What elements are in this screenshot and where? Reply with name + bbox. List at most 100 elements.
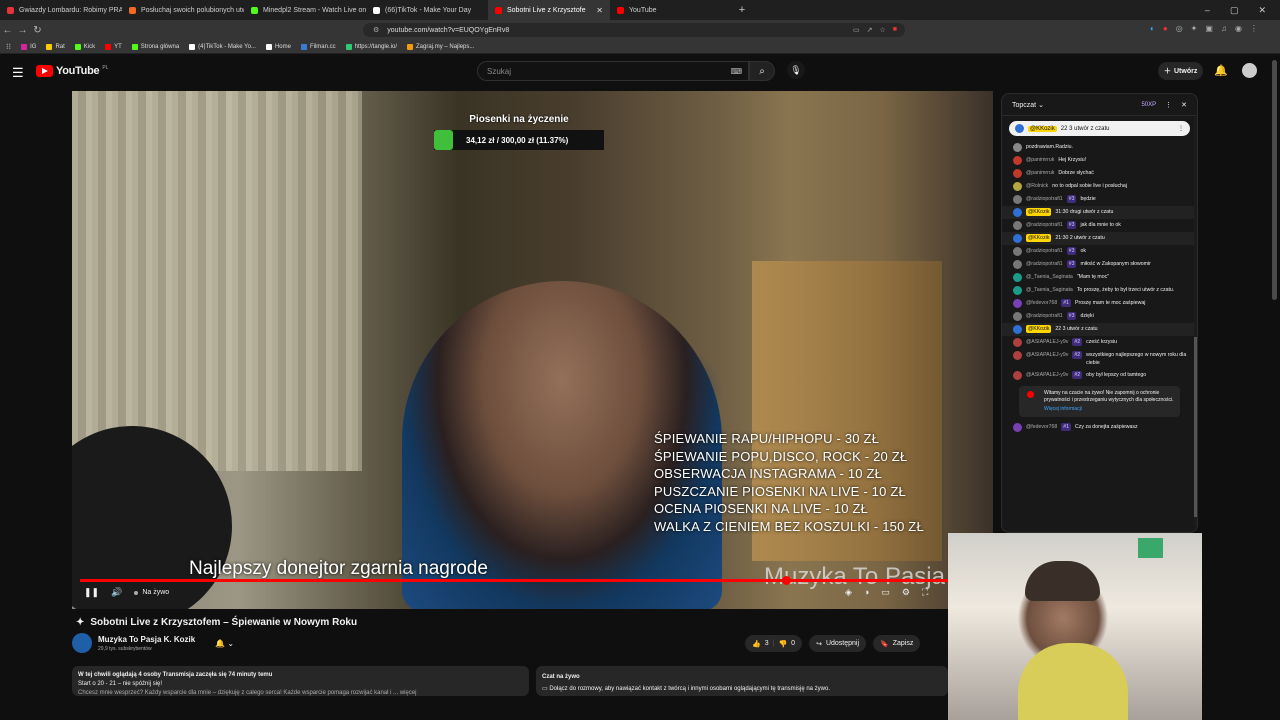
maximize-icon[interactable]: ▢ [1230,5,1239,16]
bookmark-item[interactable]: Home [265,43,291,50]
chat-close-icon[interactable]: ✕ [1181,101,1187,109]
extension-icon[interactable]: ● [1163,24,1168,33]
like-dislike-button[interactable]: 👍 3 | 👎 0 [745,635,803,652]
search-button[interactable]: ⌕ [749,61,775,81]
music-icon[interactable]: ♫ [1221,24,1227,33]
create-button[interactable]: ＋ Utwórz [1158,62,1204,80]
save-button[interactable]: 🔖 Zapisz [873,635,921,652]
pinned-menu-icon[interactable]: ⋮ [1178,125,1184,132]
chat-scroll-thumb[interactable] [1194,337,1197,517]
voice-search-button[interactable]: 🎙 [787,61,805,79]
pinned-message[interactable]: @KKozik 22 3 utwór z czatu ⋮ [1009,121,1190,136]
close-tab-icon[interactable]: ✕ [596,6,603,15]
progress-scrubber[interactable] [80,576,985,585]
keyboard-icon[interactable]: ⌨ [730,67,742,76]
chat-message[interactable]: @radziopotrafi1 #3 dzięki [1002,310,1197,323]
chat-message[interactable]: @KKozik 31:30 drugi utwór z czatu [1002,206,1197,219]
chat-message[interactable]: pozdrawiam.Radziu. [1002,141,1197,154]
page-scrollbar[interactable] [1272,60,1277,300]
subtitles-icon[interactable]: ▭ [881,587,890,598]
chat-message[interactable]: @ASIAPALEJ-y9v #2 wszystkiego najlepszego … [1002,349,1197,369]
chat-menu-icon[interactable]: ⋮ [1165,101,1172,109]
scrubber-handle[interactable] [782,576,791,585]
extension-icon[interactable]: ◎ [1176,24,1183,33]
menu-dots-icon[interactable]: ⋮ [1250,24,1258,33]
chat-message[interactable]: @radziopotrafi1 #3 będzie [1002,193,1197,206]
chat-message-list[interactable]: pozdrawiam.Radziu. @panimrruk Hej Krzysiu!… [1002,141,1197,382]
volume-icon[interactable]: 🔊 [111,587,122,598]
thumbs-down-icon[interactable]: 👎 [778,640,787,648]
url-field[interactable]: ⚙ youtube.com/watch?v=EUQOYgEnRv8 ▭ ↗ ☆ ■ [363,23,905,37]
chat-message[interactable]: @radziopotrafi1 #3 miłość w Zakopanym słow… [1002,258,1197,271]
chat-message[interactable]: @panimrruk Dobrze słychać [1002,167,1197,180]
minimize-icon[interactable]: – [1205,5,1210,16]
chat-message[interactable]: @fedevor768 #1 Czy za donejta zaśpiewasz [1002,421,1197,434]
chat-message[interactable]: @panimrruk Hej Krzysiu! [1002,154,1197,167]
browser-tab[interactable]: Sobotni Live z Krzysztofe ✕ [488,0,610,20]
browser-tab[interactable]: (66)TikTok - Make Your Day [366,0,488,20]
chat-scrollbar[interactable] [1194,117,1197,527]
apps-grid-icon[interactable]: ⁝⁝ [6,42,11,51]
close-window-icon[interactable]: ✕ [1258,5,1266,16]
account-avatar[interactable] [1242,63,1257,78]
hamburger-menu-icon[interactable]: ☰ [12,65,24,81]
bookmark-favicon-icon [131,43,138,50]
chat-avatar [1013,234,1022,243]
thumbs-up-icon[interactable]: 👍 [752,640,761,648]
fullscreen-icon[interactable]: ⛶ [922,587,928,598]
live-indicator[interactable]: Na żywo [134,589,169,596]
chat-message[interactable]: @ASIAPALEJ-y9v #2 cześć krzysiu [1002,336,1197,349]
bookmark-item[interactable]: Rat [46,43,65,50]
bookmark-item[interactable]: Strona główna [131,43,179,50]
bookmark-item[interactable]: Filman.cc [300,43,336,50]
chat-message[interactable]: @radziopotrafi1 #3 jak dla mnie to ok [1002,219,1197,232]
share-button[interactable]: ↪ Udostępnij [809,635,867,652]
settings-gear-icon[interactable]: ⚙ [902,587,910,598]
site-info-icon[interactable]: ⚙ [373,26,379,34]
browser-tab[interactable]: Gwiazdy Lombardu: Robimy PRAWO [0,0,122,20]
channel-avatar[interactable] [72,633,92,653]
sidebar-icon[interactable]: ▣ [1205,24,1213,33]
youtube-logo[interactable]: YouTube PL [36,65,108,77]
extension-icon[interactable]: ■ [893,26,897,34]
puzzle-icon[interactable]: ✦ [1191,24,1198,33]
reload-icon[interactable]: ↻ [30,25,45,36]
autoplay-icon[interactable]: ◈ [845,587,852,598]
new-tab-button[interactable]: + [732,4,752,16]
chat-message[interactable]: @radziopotrafi1 #3 ok [1002,245,1197,258]
back-icon[interactable]: ← [0,25,15,36]
extension-icon[interactable]: ◐ [1150,24,1155,33]
forward-icon[interactable]: → [15,25,30,36]
browser-tab[interactable]: YouTube [610,0,732,20]
bookmark-item[interactable]: Kick [74,43,95,50]
browser-tab[interactable]: Minedpl2 Stream - Watch Live on Ki [244,0,366,20]
bookmark-item[interactable]: YT [105,43,122,50]
more-info-link[interactable]: Więcej informacji [1044,406,1174,413]
profile-icon[interactable]: ◉ [1235,24,1242,33]
bookmark-item[interactable]: Zagraj.my – Najleps... [407,43,474,50]
chat-message[interactable]: @fedevor768 #1 Proszę mam te moc zaśpiewaj [1002,297,1197,310]
xp-badge[interactable]: 50XP [1141,102,1156,108]
subscription-bell-icon[interactable]: 🔔 ⌄ [215,639,234,648]
browser-tab[interactable]: Posłuchaj swoich polubionych utwo [122,0,244,20]
chat-message[interactable]: @_Taenia_Saginata "Mam tę moc" [1002,271,1197,284]
chat-message[interactable]: @_Taenia_Saginata To proszę, żeby to był … [1002,284,1197,297]
chat-mode-dropdown[interactable]: Topczat ⌄ [1012,101,1044,109]
video-player[interactable]: Piosenki na życzenie 34,12 zł / 300,00 z… [72,91,993,609]
description-box[interactable]: W tej chwili oglądają 4 osoby Transmisja… [72,666,529,696]
share-icon[interactable]: ↗ [867,26,873,34]
chat-message[interactable]: @KKozik 22 3 utwór z czatu [1002,323,1197,336]
pause-icon[interactable]: ❚❚ [84,587,99,598]
notifications-bell-icon[interactable]: 🔔 [1214,64,1228,77]
bookmark-item[interactable]: (4)TikTok - Make Yo... [189,43,256,50]
chat-message[interactable]: @KKozik 21:30 2 utwór z czatu [1002,232,1197,245]
toggle-icon[interactable]: ◑ [864,587,869,598]
bookmark-item[interactable]: IG [21,43,36,50]
chat-message[interactable]: @Rolnick no to odpal sobie live i posłuch… [1002,180,1197,193]
channel-name[interactable]: Muzyka To Pasja K. Kozik [98,635,195,644]
search-input[interactable]: Szukaj ⌨ [477,61,749,81]
install-icon[interactable]: ▭ [853,26,860,34]
chat-message[interactable]: @ASIAPALEJ-y9v #2 oby był lepszy od tamteg… [1002,369,1197,382]
bookmark-item[interactable]: https://tangle.io/ [345,43,397,50]
bookmark-star-icon[interactable]: ☆ [879,26,885,34]
